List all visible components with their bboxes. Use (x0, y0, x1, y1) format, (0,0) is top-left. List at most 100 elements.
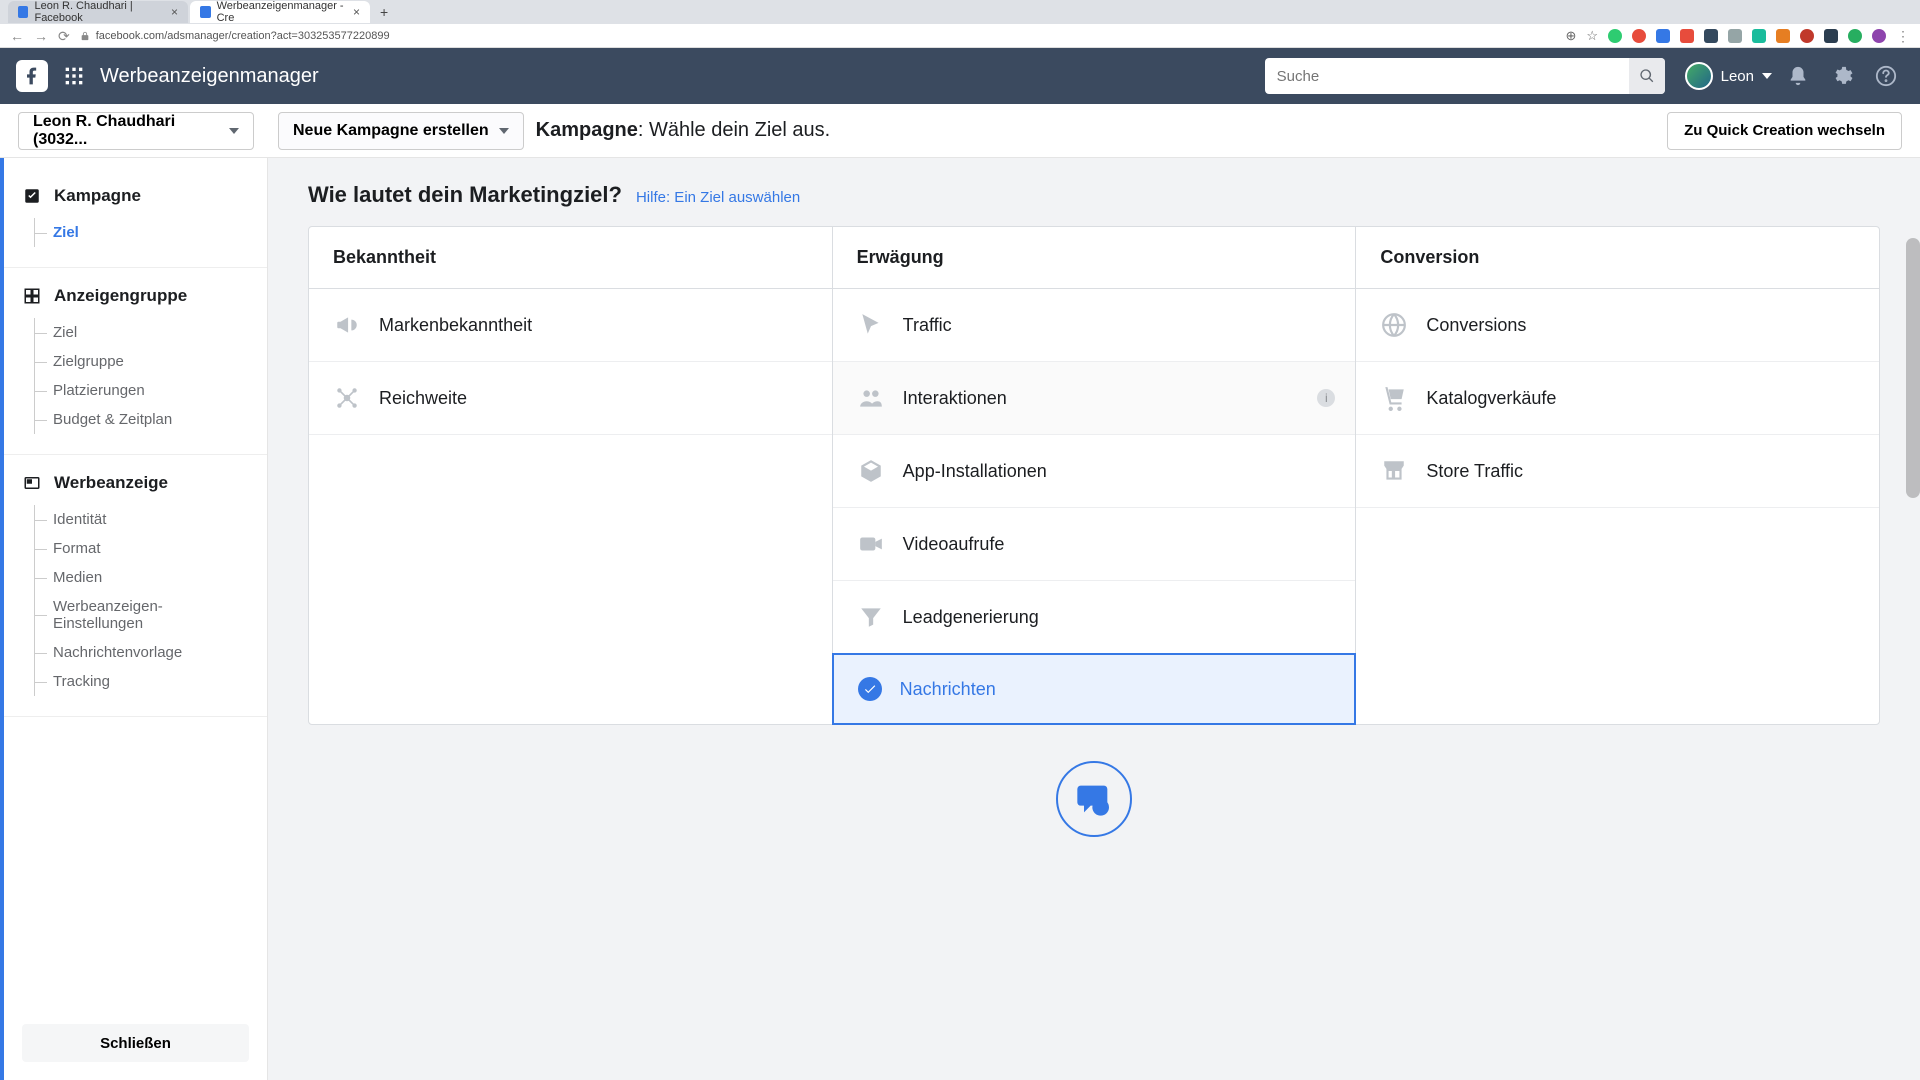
help-icon[interactable] (1868, 58, 1904, 94)
sidebar-header-ad[interactable]: Werbeanzeige (22, 473, 249, 493)
facebook-favicon-icon (200, 6, 211, 18)
main-content: Wie lautet dein Marketingziel? Hilfe: Ei… (268, 158, 1920, 1080)
sidebar-section-ad: Werbeanzeige Identität Format Medien Wer… (4, 473, 267, 717)
megaphone-icon (333, 311, 361, 339)
sidebar-item[interactable]: Zielgruppe (35, 347, 249, 376)
account-dropdown[interactable]: Leon R. Chaudhari (3032... (18, 112, 254, 150)
extension-icon[interactable] (1728, 29, 1742, 43)
extension-icon[interactable] (1848, 29, 1862, 43)
campaign-dd-label: Neue Kampagne erstellen (293, 122, 489, 140)
extension-icon[interactable] (1752, 29, 1766, 43)
goal-app-installs[interactable]: App-Installationen (833, 435, 1356, 508)
sidebar-header-adset[interactable]: Anzeigengruppe (22, 286, 249, 306)
search-box[interactable] (1265, 58, 1665, 94)
goal-lead-generation[interactable]: Leadgenerierung (833, 581, 1356, 654)
check-icon (858, 677, 882, 701)
goal-video-views[interactable]: Videoaufrufe (833, 508, 1356, 581)
page-heading: Wie lautet dein Marketingziel? (308, 182, 622, 208)
search-button[interactable] (1629, 58, 1665, 94)
facebook-logo-icon[interactable] (16, 60, 48, 92)
store-icon (1380, 457, 1408, 485)
search-input[interactable] (1277, 68, 1629, 85)
sidebar-item[interactable]: Werbeanzeigen-Einstellungen (35, 592, 249, 638)
zoom-icon[interactable]: ⊕ (1565, 28, 1576, 44)
goal-column-conversion: Conversion Conversions Katalogverkäufe S… (1356, 227, 1879, 724)
close-icon[interactable]: × (353, 5, 360, 19)
avatar-icon (1685, 62, 1713, 90)
sidebar-item-ziel[interactable]: Ziel (35, 218, 249, 247)
selected-goal-hero-icon (1056, 761, 1132, 837)
app-title: Werbeanzeigenmanager (100, 65, 319, 88)
search-icon (1639, 68, 1655, 84)
browser-url-bar: ← → ⟳ facebook.com/adsmanager/creation?a… (0, 24, 1920, 48)
user-name: Leon (1721, 68, 1754, 85)
tab-title: Leon R. Chaudhari | Facebook (34, 0, 165, 24)
sidebar-item[interactable]: Nachrichtenvorlage (35, 638, 249, 667)
browser-tab-bar: Leon R. Chaudhari | Facebook × Werbeanze… (0, 0, 1920, 24)
notifications-icon[interactable] (1780, 58, 1816, 94)
goal-store-traffic[interactable]: Store Traffic (1356, 435, 1879, 508)
goal-engagement[interactable]: Interaktionen i (833, 362, 1356, 435)
sidebar-section-adset: Anzeigengruppe Ziel Zielgruppe Platzieru… (4, 286, 267, 455)
chevron-down-icon (1762, 73, 1772, 79)
info-icon[interactable]: i (1317, 389, 1335, 407)
extension-icon[interactable] (1680, 29, 1694, 43)
extension-icon[interactable] (1656, 29, 1670, 43)
ad-icon (22, 473, 42, 493)
tab-title: Werbeanzeigenmanager - Cre (217, 0, 347, 24)
campaign-dropdown[interactable]: Neue Kampagne erstellen (278, 112, 524, 150)
close-button[interactable]: Schließen (22, 1024, 249, 1062)
goal-column-awareness: Bekanntheit Markenbekanntheit Reichweite (309, 227, 833, 724)
sidebar-header-campaign[interactable]: Kampagne (22, 186, 249, 206)
browser-tab-active[interactable]: Werbeanzeigenmanager - Cre × (190, 1, 370, 23)
sidebar-item[interactable]: Identität (35, 505, 249, 534)
goal-catalog-sales[interactable]: Katalogverkäufe (1356, 362, 1879, 435)
goal-conversions[interactable]: Conversions (1356, 289, 1879, 362)
facebook-favicon-icon (18, 6, 28, 18)
sidebar-item[interactable]: Budget & Zeitplan (35, 405, 249, 434)
goal-reach[interactable]: Reichweite (309, 362, 832, 435)
goal-messages[interactable]: Nachrichten (832, 653, 1357, 725)
apps-grid-icon[interactable] (60, 62, 88, 90)
url-text: facebook.com/adsmanager/creation?act=303… (96, 30, 390, 42)
settings-icon[interactable] (1824, 58, 1860, 94)
extension-icon[interactable] (1632, 29, 1646, 43)
menu-icon[interactable]: ⋮ (1896, 28, 1910, 45)
extension-icon[interactable] (1608, 29, 1622, 43)
toolbar-title: Kampagne: Wähle dein Ziel aus. (536, 119, 831, 142)
extension-icon[interactable] (1824, 29, 1838, 43)
reload-icon[interactable]: ⟳ (58, 28, 70, 45)
chevron-down-icon (229, 128, 239, 134)
avatar-icon[interactable] (1872, 29, 1886, 43)
extension-icon[interactable] (1776, 29, 1790, 43)
extension-icon[interactable] (1800, 29, 1814, 43)
back-icon[interactable]: ← (10, 28, 24, 44)
box-icon (857, 457, 885, 485)
cart-icon (1380, 384, 1408, 412)
account-name: Leon R. Chaudhari (3032... (33, 113, 219, 149)
user-menu[interactable]: Leon (1685, 62, 1772, 90)
sidebar-item[interactable]: Format (35, 534, 249, 563)
goal-traffic[interactable]: Traffic (833, 289, 1356, 362)
url-input[interactable]: facebook.com/adsmanager/creation?act=303… (80, 30, 1556, 42)
browser-tab[interactable]: Leon R. Chaudhari | Facebook × (8, 1, 188, 23)
quick-creation-button[interactable]: Zu Quick Creation wechseln (1667, 112, 1902, 150)
close-icon[interactable]: × (171, 5, 178, 19)
sidebar-item[interactable]: Ziel (35, 318, 249, 347)
extension-icon[interactable] (1704, 29, 1718, 43)
sidebar-item[interactable]: Medien (35, 563, 249, 592)
sidebar-item[interactable]: Platzierungen (35, 376, 249, 405)
forward-icon[interactable]: → (34, 28, 48, 44)
sidebar: Kampagne Ziel Anzeigengruppe Ziel Zielgr… (0, 158, 268, 1080)
goal-brand-awareness[interactable]: Markenbekanntheit (309, 289, 832, 362)
cursor-icon (857, 311, 885, 339)
app-header: Werbeanzeigenmanager Leon (0, 48, 1920, 104)
sidebar-item[interactable]: Tracking (35, 667, 249, 696)
people-icon (857, 384, 885, 412)
browser-chrome: Leon R. Chaudhari | Facebook × Werbeanze… (0, 0, 1920, 48)
scrollbar[interactable] (1906, 238, 1920, 498)
adset-icon (22, 286, 42, 306)
star-icon[interactable]: ☆ (1586, 28, 1598, 44)
new-tab-button[interactable]: + (372, 4, 396, 20)
help-link[interactable]: Hilfe: Ein Ziel auswählen (636, 189, 800, 206)
